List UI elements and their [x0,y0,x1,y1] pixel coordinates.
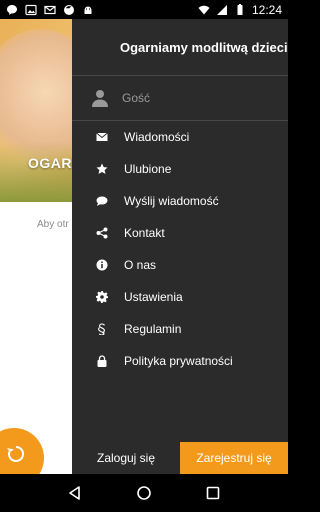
system-icons: 12:24 [198,3,282,17]
drawer-title: Ogarniamy modlitwą dzieci [120,39,288,55]
back-icon [68,486,80,500]
signal-icon [216,4,227,15]
section-icon [98,323,105,335]
user-label: Gość [122,91,151,105]
lock-icon [97,355,107,367]
drawer-menu: Wiadomości Ulubione Wyślij wiadomość Kon… [72,121,288,377]
recents-icon [207,486,220,500]
recents-button[interactable] [203,483,223,503]
wifi-icon [198,5,210,14]
home-button[interactable] [134,483,154,503]
envelope-icon [96,132,108,141]
drawer-footer: Zaloguj się Zarejestruj się [72,442,288,474]
menu-item-wiadomosci[interactable]: Wiadomości [72,121,288,153]
menu-item-regulamin[interactable]: Regulamin [72,313,288,345]
login-button[interactable]: Zaloguj się [72,442,180,474]
register-button[interactable]: Zarejestruj się [180,442,288,474]
notification-icons [6,4,94,16]
hero-title: OGARI [28,155,77,171]
back-button[interactable] [65,483,85,503]
navigation-bar [0,474,288,512]
refresh-icon [7,445,25,462]
mail-icon [44,5,56,14]
info-icon [96,259,108,271]
status-time: 12:24 [251,2,282,17]
share-icon [96,227,108,239]
menu-item-ustawienia[interactable]: Ustawienia [72,281,288,313]
image-icon [25,4,37,15]
comment-icon [96,196,108,206]
menu-item-ulubione[interactable]: Ulubione [72,153,288,185]
menu-item-polityka-prywatnosci[interactable]: Polityka prywatności [72,345,288,377]
firefox-icon [64,4,74,15]
menu-item-o-nas[interactable]: O nas [72,249,288,281]
android-icon [84,6,92,14]
menu-item-kontakt[interactable]: Kontakt [72,217,288,249]
star-icon [96,163,108,174]
home-icon [137,486,151,500]
menu-item-wyslij-wiadomosc[interactable]: Wyślij wiadomość [72,185,288,217]
user-row[interactable]: Gość [72,76,288,120]
gear-icon [96,291,108,303]
status-bar: 12:24 [0,0,288,19]
person-icon [92,90,108,107]
chat-bubble-icon [7,4,17,15]
navigation-drawer: Ogarniamy modlitwą dzieci Gość Wiadomośc… [72,19,288,474]
body-hint-text: Aby otr [37,219,69,230]
battery-icon [237,3,243,15]
